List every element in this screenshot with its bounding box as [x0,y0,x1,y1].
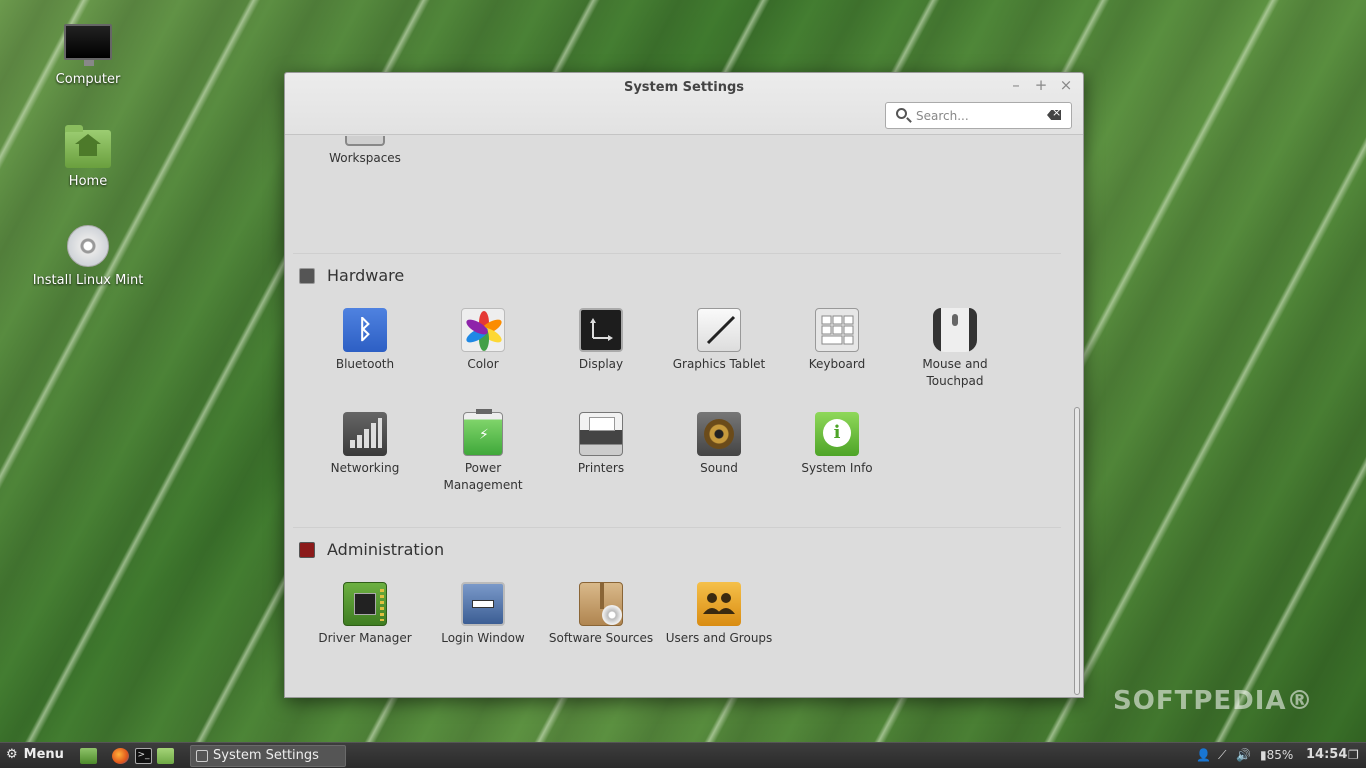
desktop-icon-computer[interactable]: Computer [28,24,148,87]
user-icon[interactable]: 👤 [1196,748,1211,762]
settings-item-bluetooth[interactable]: ᛒ Bluetooth [306,308,424,373]
search-input[interactable] [916,106,1036,125]
printer-icon [579,412,623,456]
menu-button[interactable]: ⚙ Menu [6,747,64,762]
firefox-icon[interactable] [112,748,129,764]
home-folder-icon [65,125,111,168]
window-list-icon[interactable]: ❐ [1348,748,1359,762]
section-title: Hardware [327,266,405,285]
taskbar-window-system-settings[interactable]: System Settings [190,745,346,767]
clear-icon[interactable] [1047,110,1061,120]
settings-item-networking[interactable]: Networking [306,412,424,477]
section-title: Administration [327,540,445,559]
item-label: Printers [577,461,625,475]
item-label: Display [578,357,624,371]
bluetooth-icon: ᛒ [343,308,387,352]
desktop-icon-home[interactable]: Home [28,125,148,189]
minimize-button[interactable]: – [1006,76,1026,94]
section-separator [293,253,1061,254]
settings-content: Workspaces Hardware ᛒ Bluetooth Color Di… [285,136,1071,698]
networking-icon [343,412,387,456]
gear-icon: ⚙ [6,747,18,762]
item-label: Users and Groups [665,631,773,645]
item-label: Bluetooth [335,357,395,371]
scrollbar[interactable] [1073,139,1081,695]
item-label: Color [467,357,499,371]
item-label: Graphics Tablet [672,357,766,371]
desktop-icon-label: Install Linux Mint [32,273,144,288]
maximize-button[interactable]: + [1031,76,1051,94]
show-desktop-icon[interactable] [80,748,97,764]
section-hardware-header: Hardware [299,266,404,285]
watermark: SOFTPEDIA® [1113,686,1314,716]
graphics-tablet-icon [697,308,741,352]
menu-label: Menu [23,747,64,762]
item-label: Workspaces [329,151,401,165]
item-label: Networking [330,461,400,475]
search-icon [896,108,907,119]
volume-icon[interactable]: 🔊 [1236,748,1251,762]
battery-icon: ▮ [1260,748,1267,762]
administration-icon [299,541,315,558]
settings-item-system-info[interactable]: i System Info [778,412,896,477]
software-sources-icon [579,582,623,626]
settings-item-driver-manager[interactable]: Driver Manager [306,582,424,647]
battery-percent: 85% [1266,748,1294,762]
titlebar[interactable]: System Settings – + × [285,73,1083,135]
settings-item-power-management[interactable]: ⚡ Power Management [424,409,542,494]
item-label: Power Management [443,461,523,492]
settings-item-graphics-tablet[interactable]: Graphics Tablet [660,308,778,373]
disc-icon [67,225,109,267]
settings-item-color[interactable]: Color [424,308,542,373]
item-label: Mouse and Touchpad [922,357,988,388]
scrollbar-thumb[interactable] [1074,407,1080,695]
desktop-icon-install[interactable]: Install Linux Mint [28,225,148,288]
settings-icon [196,750,208,762]
item-label: Software Sources [548,631,654,645]
item-label: Driver Manager [318,631,412,645]
files-icon[interactable] [157,748,174,764]
sound-icon [697,412,741,456]
computer-icon [64,24,112,66]
users-groups-icon [697,582,741,626]
item-label: Keyboard [808,357,866,371]
settings-item-users-groups[interactable]: Users and Groups [660,582,778,647]
workspaces-icon [345,136,385,146]
settings-item-login-window[interactable]: Login Window [424,582,542,647]
settings-item-workspaces[interactable]: Workspaces [306,136,424,167]
settings-item-software-sources[interactable]: Software Sources [542,582,660,647]
section-separator [293,527,1061,528]
battery-indicator[interactable]: ▮85% [1260,748,1293,762]
clock[interactable]: 14:54 [1306,747,1347,762]
window-title: System Settings [623,80,745,95]
system-info-icon: i [815,412,859,456]
system-settings-window: System Settings – + × Workspaces Hardwar… [284,72,1084,698]
taskbar: ⚙ Menu >_ System Settings 👤 ⟋ 🔊 ▮85% 14:5… [0,742,1366,768]
item-label: Sound [700,461,738,475]
desktop-icon-label: Home [68,174,108,189]
hardware-icon [299,267,315,284]
mouse-icon [933,308,977,352]
driver-manager-icon [343,582,387,626]
network-icon[interactable]: ⟋ [1218,748,1226,763]
keyboard-icon [815,308,859,352]
item-label: System Info [801,461,873,475]
settings-item-display[interactable]: Display [542,308,660,373]
settings-item-sound[interactable]: Sound [660,412,778,477]
terminal-icon[interactable]: >_ [135,748,152,764]
desktop-icon-label: Computer [55,72,121,87]
settings-item-mouse-touchpad[interactable]: Mouse and Touchpad [896,308,1014,390]
color-icon [461,308,505,352]
settings-item-keyboard[interactable]: Keyboard [778,308,896,373]
login-window-icon [461,582,505,626]
close-button[interactable]: × [1056,76,1076,94]
task-label: System Settings [213,748,319,763]
section-administration-header: Administration [299,540,444,559]
settings-item-printers[interactable]: Printers [542,412,660,477]
item-label: Login Window [441,631,525,645]
search-box[interactable] [885,102,1072,129]
power-icon: ⚡ [463,409,503,456]
display-icon [579,308,623,352]
